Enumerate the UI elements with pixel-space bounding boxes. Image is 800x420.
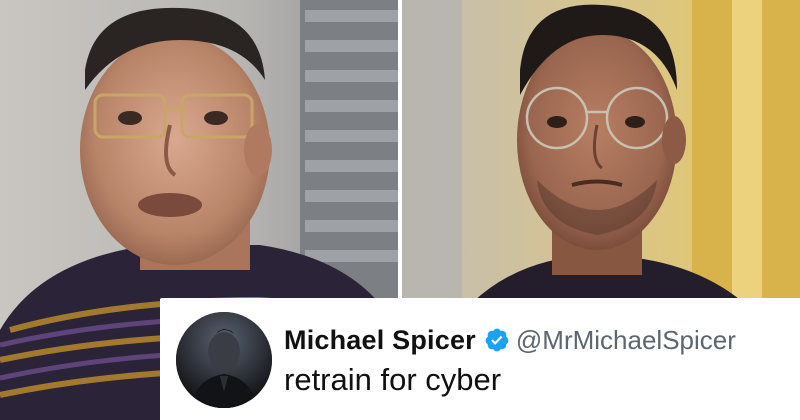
handle[interactable]: @MrMichaelSpicer — [516, 325, 736, 356]
tweet-card[interactable]: Michael Spicer @MrMichaelSpicer retrain … — [160, 298, 800, 420]
tweet-text: retrain for cyber — [284, 362, 502, 397]
tweet-author-row: Michael Spicer @MrMichaelSpicer — [284, 322, 736, 358]
verified-badge-icon — [484, 327, 510, 353]
avatar[interactable] — [176, 312, 272, 408]
display-name[interactable]: Michael Spicer — [284, 325, 476, 356]
avatar-image — [176, 312, 272, 408]
